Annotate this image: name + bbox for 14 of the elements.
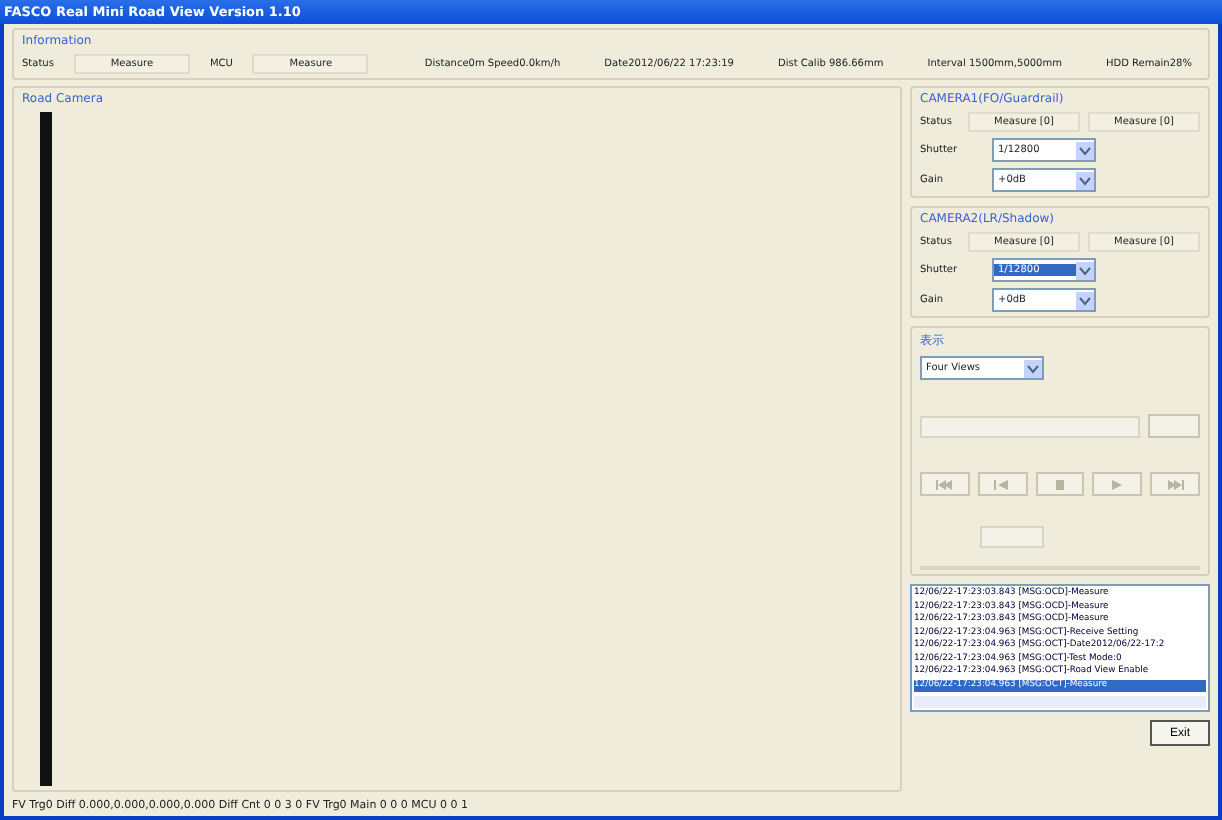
dropdown-arrow-icon[interactable] [1076,171,1094,189]
log-list[interactable] [910,584,1210,712]
step-back-icon [994,479,1011,489]
browse-button [1148,414,1200,438]
dropdown-arrow-icon[interactable] [1076,291,1094,309]
dropdown-arrow-icon[interactable] [1076,141,1094,159]
skip-back-icon [936,479,953,489]
dropdown-arrow-icon[interactable] [1024,359,1042,377]
stop-icon [1051,479,1068,489]
skip-forward-icon [1167,479,1184,489]
dropdown-arrow-icon[interactable] [1076,261,1094,279]
horizontal-scrollbar[interactable] [914,696,1206,708]
play-icon [1109,479,1126,489]
frame-field [980,526,1044,548]
